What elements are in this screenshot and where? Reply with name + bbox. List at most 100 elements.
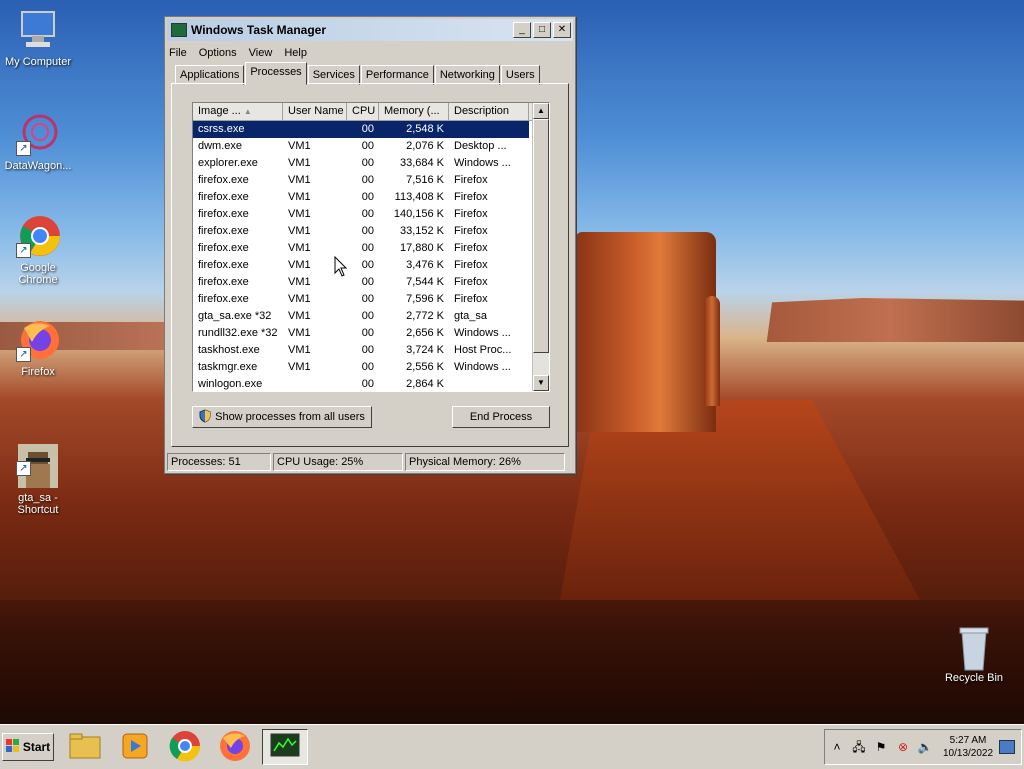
column-header-cpu[interactable]: CPU [347, 103, 379, 120]
chrome-icon [169, 730, 201, 765]
cell-desc: Firefox [454, 191, 488, 203]
tab-users[interactable]: Users [500, 65, 540, 85]
action-center-icon[interactable]: ⚑ [873, 739, 889, 755]
cell-image: firefox.exe [198, 208, 249, 220]
shortcut-arrow-icon: ↗ [16, 347, 31, 362]
cell-memory: 7,516 K [406, 174, 444, 186]
show-desktop-icon[interactable] [999, 740, 1016, 754]
firefox-icon: ↗ [16, 318, 60, 362]
table-row[interactable]: firefox.exe VM1 00 140,156 K Firefox [193, 206, 549, 223]
column-header-memory[interactable]: Memory (... [379, 103, 449, 120]
cell-cpu: 00 [361, 378, 374, 390]
taskbar-media-player[interactable] [112, 729, 158, 765]
process-list[interactable]: Image ... ▲ User Name CPU Memory (... De… [192, 102, 550, 392]
window-title: Windows Task Manager [191, 23, 327, 37]
desktop-icon-firefox[interactable]: ↗ Firefox [0, 318, 76, 378]
cell-desc: gta_sa [454, 310, 488, 322]
column-header-user-name[interactable]: User Name [283, 103, 347, 120]
table-row[interactable]: taskmgr.exe VM1 00 2,556 K Windows ... [193, 359, 549, 376]
minimize-button[interactable]: _ [513, 22, 531, 38]
cell-image: firefox.exe [198, 242, 249, 254]
network-icon[interactable]: 🖧 [851, 739, 867, 755]
table-row[interactable]: firefox.exe VM1 00 3,476 K Firefox [193, 257, 549, 274]
desktop-icon-my-computer[interactable]: My Computer [0, 8, 76, 68]
cell-cpu: 00 [361, 191, 374, 203]
maximize-button[interactable]: □ [533, 22, 551, 38]
table-row[interactable]: taskhost.exe VM1 00 3,724 K Host Proc... [193, 342, 549, 359]
cell-cpu: 00 [361, 174, 374, 186]
cell-desc [449, 121, 529, 138]
table-row[interactable]: firefox.exe VM1 00 7,516 K Firefox [193, 172, 549, 189]
volume-icon[interactable]: 🔈 [917, 739, 933, 755]
menu-help[interactable]: Help [284, 47, 307, 59]
cell-cpu: 00 [361, 208, 374, 220]
cell-user: VM1 [288, 225, 311, 237]
cell-user: VM1 [288, 140, 311, 152]
cell-desc: Host Proc... [454, 344, 512, 356]
show-hidden-icons-icon[interactable]: ˄ [829, 739, 845, 755]
scroll-down-button[interactable]: ▼ [533, 375, 549, 391]
cell-memory: 17,880 K [399, 242, 444, 254]
taskbar-firefox[interactable] [212, 729, 258, 765]
table-row[interactable]: firefox.exe VM1 00 113,408 K Firefox [193, 189, 549, 206]
cell-memory: 3,724 K [406, 344, 444, 356]
table-row[interactable]: csrss.exe 00 2,548 K [193, 121, 549, 138]
menu-view[interactable]: View [249, 47, 273, 59]
cell-memory: 33,684 K [399, 157, 444, 169]
process-list-header: Image ... ▲ User Name CPU Memory (... De… [193, 103, 549, 121]
table-row[interactable]: firefox.exe VM1 00 33,152 K Firefox [193, 223, 549, 240]
clock[interactable]: 5:27 AM 10/13/2022 [943, 734, 993, 760]
menu-options[interactable]: Options [199, 47, 237, 59]
cell-desc: Desktop ... [454, 140, 507, 152]
table-row[interactable]: firefox.exe VM1 00 7,596 K Firefox [193, 291, 549, 308]
table-row[interactable]: dwm.exe VM1 00 2,076 K Desktop ... [193, 138, 549, 155]
cell-user: VM1 [288, 361, 311, 373]
cell-image: gta_sa.exe *32 [198, 310, 272, 322]
tab-strip: Applications Processes Services Performa… [175, 62, 541, 85]
scroll-up-button[interactable]: ▲ [533, 103, 549, 119]
scroll-thumb[interactable] [533, 119, 549, 353]
tab-networking[interactable]: Networking [434, 65, 500, 85]
tab-applications[interactable]: Applications [175, 65, 245, 85]
cell-desc: Windows ... [454, 157, 511, 169]
desktop-icon-google-chrome[interactable]: ↗ Google Chrome [0, 214, 76, 286]
tab-services[interactable]: Services [307, 65, 360, 85]
desktop-icon-recycle-bin[interactable]: Recycle Bin [936, 624, 1012, 684]
desktop-icon-gta-sa-shortcut[interactable]: ↗ gta_sa - Shortcut [0, 420, 76, 528]
start-button[interactable]: Start [2, 733, 54, 761]
tab-performance[interactable]: Performance [360, 65, 434, 85]
taskbar-chrome[interactable] [162, 729, 208, 765]
tab-processes[interactable]: Processes [245, 62, 307, 85]
cell-cpu: 00 [361, 259, 374, 271]
taskbar-task-manager[interactable] [262, 729, 308, 765]
column-header-image[interactable]: Image ... ▲ [193, 103, 283, 120]
close-button[interactable]: ✕ [553, 22, 571, 38]
cell-cpu: 00 [361, 242, 374, 254]
taskbar-explorer[interactable] [62, 729, 108, 765]
network-disconnected-icon[interactable]: ⊗ [895, 739, 911, 755]
desktop-icon-datawagon[interactable]: ↗ DataWagon... [0, 112, 76, 172]
cell-memory: 7,544 K [406, 276, 444, 288]
table-row[interactable]: firefox.exe VM1 00 7,544 K Firefox [193, 274, 549, 291]
status-cpu-usage: CPU Usage: 25% [273, 453, 403, 471]
cell-memory: 2,772 K [406, 310, 444, 322]
table-row[interactable]: explorer.exe VM1 00 33,684 K Windows ... [193, 155, 549, 172]
background-mesa-far [766, 298, 1024, 342]
vertical-scrollbar[interactable]: ▲ ▼ [532, 103, 549, 391]
shortcut-arrow-icon: ↗ [16, 243, 31, 258]
cell-user: VM1 [288, 157, 311, 169]
window-titlebar[interactable]: Windows Task Manager _ □ ✕ [167, 19, 573, 41]
cell-desc: Firefox [454, 293, 488, 305]
table-row[interactable]: winlogon.exe 00 2,864 K [193, 376, 549, 391]
table-row[interactable]: rundll32.exe *32 VM1 00 2,656 K Windows ... [193, 325, 549, 342]
cell-memory: 2,076 K [406, 140, 444, 152]
column-header-description[interactable]: Description [449, 103, 529, 120]
cell-desc: Firefox [454, 208, 488, 220]
table-row[interactable]: gta_sa.exe *32 VM1 00 2,772 K gta_sa [193, 308, 549, 325]
table-row[interactable]: firefox.exe VM1 00 17,880 K Firefox [193, 240, 549, 257]
mouse-cursor-icon [334, 255, 348, 281]
show-all-users-button[interactable]: Show processes from all users [192, 406, 372, 428]
menu-file[interactable]: File [169, 47, 187, 59]
task-manager-window: Windows Task Manager _ □ ✕ File Options … [164, 16, 576, 474]
end-process-button[interactable]: End Process [452, 406, 550, 428]
